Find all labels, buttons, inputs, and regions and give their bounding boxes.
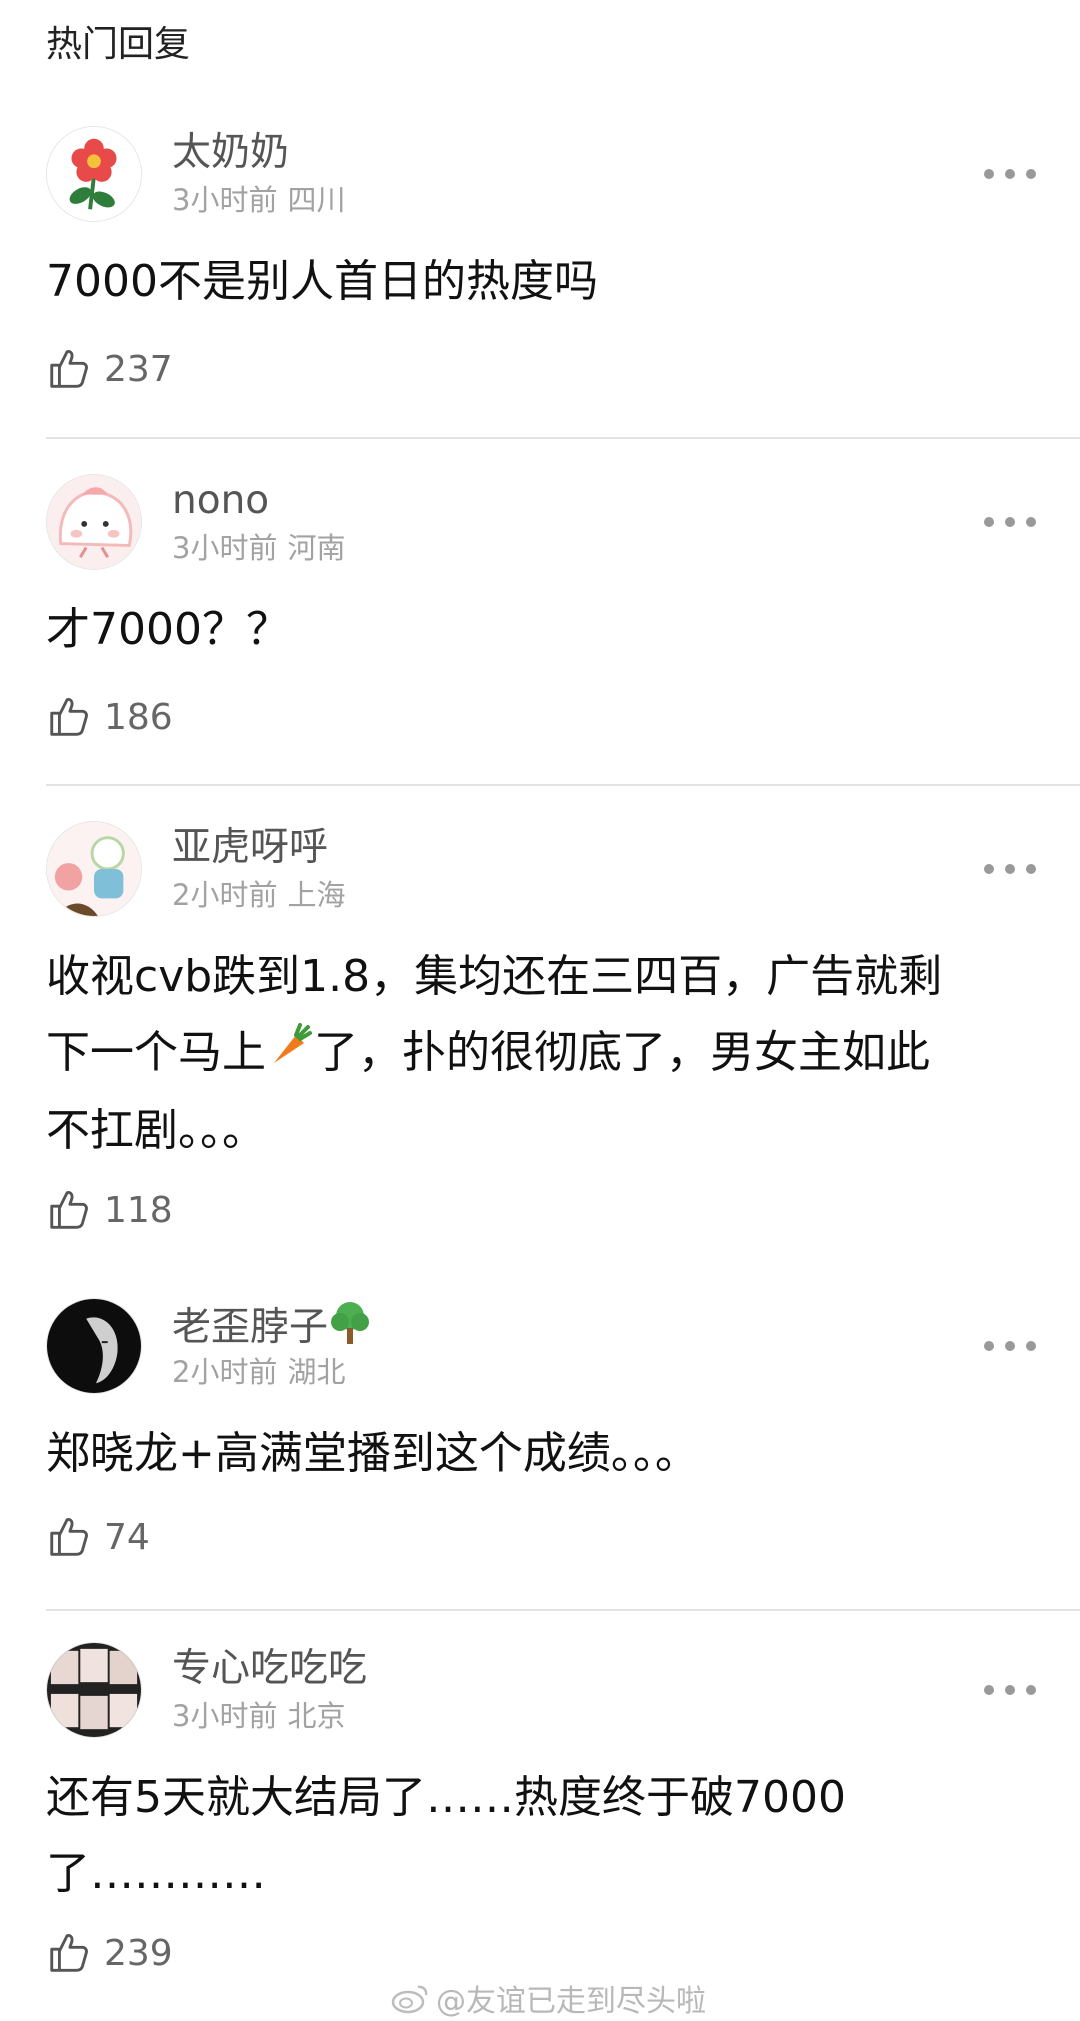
carrot-icon [266, 1017, 314, 1093]
comment-meta: 3小时前 北京 [172, 1696, 345, 1736]
divider [46, 437, 1080, 439]
divider [46, 1609, 1080, 1611]
location: 北京 [287, 1699, 346, 1733]
collage-avatar-icon [47, 1643, 141, 1737]
thumbs-up-icon [50, 698, 88, 736]
location: 湖北 [287, 1355, 346, 1389]
comment-meta: 2小时前 上海 [172, 875, 345, 915]
comment-meta: 3小时前 河南 [172, 528, 345, 568]
location: 河南 [287, 531, 346, 565]
timestamp: 3小时前 [172, 183, 278, 217]
divider [46, 784, 1080, 786]
comment-text-line: 下一个马上 了，扑的很彻底了，男女主如此 [46, 1015, 1036, 1093]
more-options-icon[interactable] [984, 859, 1036, 879]
pink-blob-avatar-icon [47, 475, 141, 569]
comment-text: 收视cvb跌到1.8，集均还在三四百，广告就剩 下一个马上 了，扑的很彻底了，男女… [46, 939, 1036, 1169]
like-button[interactable]: 186 [46, 692, 173, 742]
like-count: 186 [104, 696, 173, 738]
username[interactable]: 太奶奶 [172, 128, 289, 178]
avatar[interactable] [46, 126, 142, 222]
more-options-icon[interactable] [984, 1680, 1036, 1700]
username[interactable]: 老歪脖子 [172, 1300, 372, 1359]
timestamp: 3小时前 [172, 531, 278, 565]
like-button[interactable]: 118 [46, 1185, 173, 1235]
more-options-icon[interactable] [984, 1336, 1036, 1356]
comment-text: 郑晓龙+高满堂播到这个成绩。。。 [46, 1428, 699, 1479]
more-options-icon[interactable] [984, 512, 1036, 532]
avatar[interactable] [46, 1642, 142, 1738]
avatar[interactable] [46, 821, 142, 917]
like-count: 237 [104, 348, 173, 390]
comment-text-line: 了………… [46, 1848, 266, 1899]
location: 上海 [287, 878, 346, 912]
like-button[interactable]: 239 [46, 1928, 173, 1978]
username[interactable]: 亚虎呀呼 [172, 823, 328, 873]
thumbs-up-icon [50, 1191, 88, 1229]
avatar[interactable] [46, 474, 142, 570]
cartoon-avatar-icon [47, 822, 141, 916]
flower-avatar-icon [47, 127, 141, 221]
comment-meta: 2小时前 湖北 [172, 1352, 345, 1392]
like-button[interactable]: 74 [46, 1512, 150, 1562]
tree-icon [328, 1300, 372, 1359]
timestamp: 3小时前 [172, 1699, 278, 1733]
more-options-icon[interactable] [984, 164, 1036, 184]
like-count: 74 [104, 1516, 150, 1558]
thumbs-up-icon [50, 350, 88, 388]
like-button[interactable]: 237 [46, 344, 173, 394]
comment-text-line: 还有5天就大结局了……热度终于破7000 [46, 1772, 846, 1823]
comment-text: 7000不是别人首日的热度吗 [46, 256, 598, 307]
timestamp: 2小时前 [172, 1355, 278, 1389]
username[interactable]: nono [172, 476, 269, 526]
comment-text-line: 不扛剧。。。 [46, 1105, 266, 1156]
thumbs-up-icon [50, 1934, 88, 1972]
comment-text: 才7000？？ [46, 604, 290, 655]
comments-page: 热门回复 太奶奶 3小时前 四川 7000不是别人首日的热度吗 237 nono… [0, 0, 1080, 2021]
comment-text: 还有5天就大结局了……热度终于破7000 了………… [46, 1760, 1036, 1912]
section-title: 热门回复 [46, 24, 191, 65]
like-count: 118 [104, 1189, 173, 1231]
thumbs-up-icon [50, 1518, 88, 1556]
like-count: 239 [104, 1932, 173, 1974]
watermark: @友谊已走到尽头啦 [390, 1976, 706, 2020]
timestamp: 2小时前 [172, 878, 278, 912]
avatar[interactable] [46, 1298, 142, 1394]
username[interactable]: 专心吃吃吃 [172, 1644, 367, 1694]
location: 四川 [287, 183, 346, 217]
weibo-logo-icon [391, 1985, 428, 2014]
portrait-avatar-icon [47, 1299, 141, 1393]
comment-text-line: 收视cvb跌到1.8，集均还在三四百，广告就剩 [46, 951, 943, 1002]
comment-meta: 3小时前 四川 [172, 180, 345, 220]
